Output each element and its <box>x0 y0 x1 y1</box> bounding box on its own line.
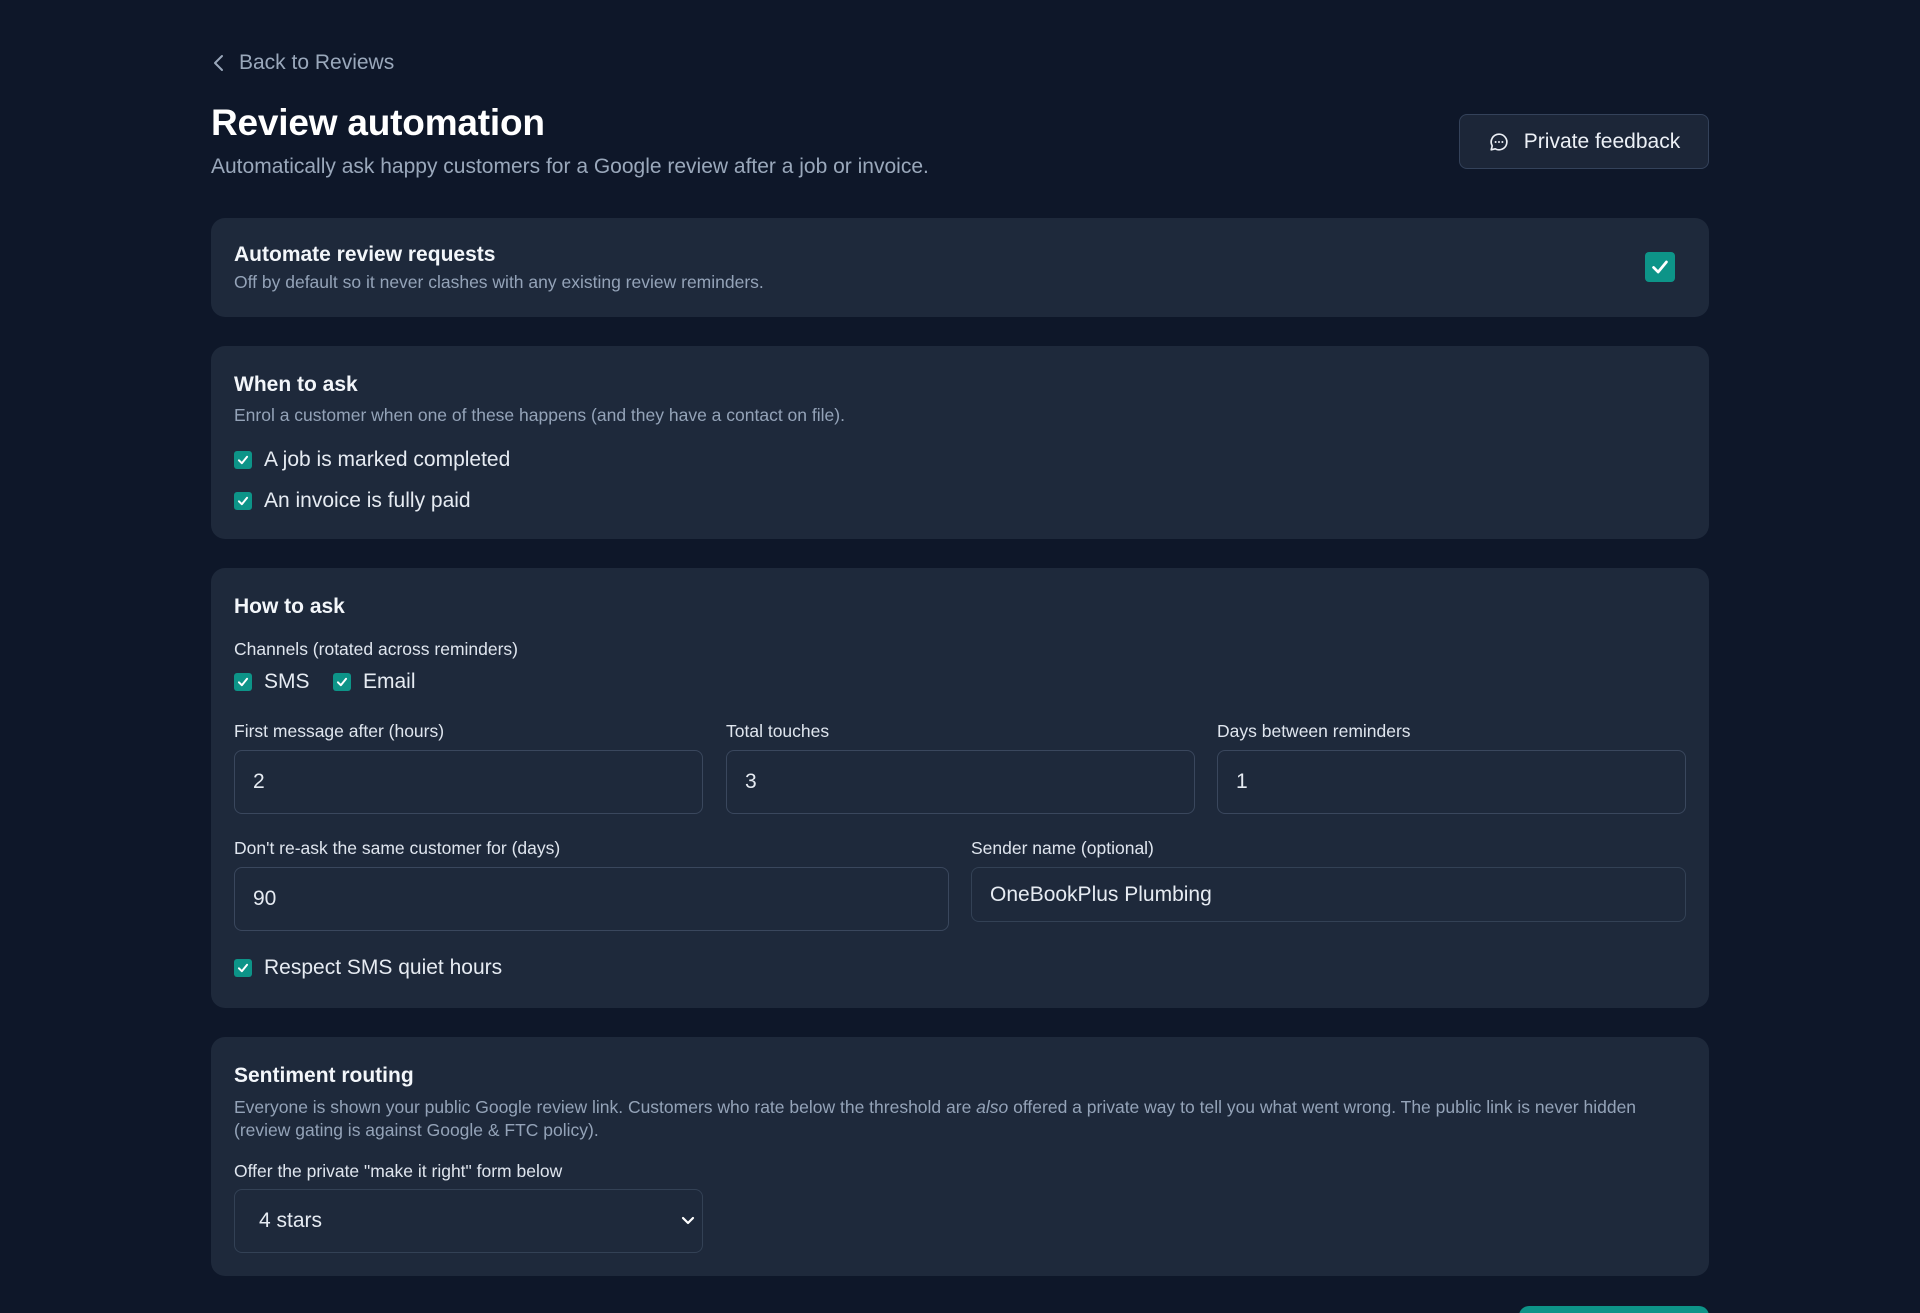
threshold-label: Offer the private "make it right" form b… <box>234 1161 563 1181</box>
page-subtitle: Automatically ask happy customers for a … <box>211 155 929 178</box>
total-touches-label: Total touches <box>726 721 830 741</box>
invoice-paid-option[interactable]: An invoice is fully paid <box>234 489 471 513</box>
review-automation-page: Back to Reviews Review automation Automa… <box>0 0 1920 1313</box>
sentiment-desc-part1: Everyone is shown your public Google rev… <box>234 1097 977 1117</box>
channels-label: Channels (rotated across reminders) <box>234 639 519 659</box>
email-channel-option[interactable]: Email <box>333 670 416 694</box>
sentiment-desc-emphasis: also <box>976 1097 1009 1117</box>
job-completed-label: A job is marked completed <box>264 448 511 471</box>
sms-channel-checkbox[interactable] <box>234 673 252 691</box>
first-message-input[interactable]: 2 <box>234 750 703 814</box>
total-touches-input[interactable]: 3 <box>726 750 1195 814</box>
private-feedback-label: Private feedback <box>1523 129 1681 153</box>
when-title: When to ask <box>234 373 358 396</box>
days-between-label: Days between reminders <box>1217 721 1411 741</box>
when-to-ask-card: When to ask Enrol a customer when one of… <box>211 346 1709 539</box>
threshold-select[interactable]: 4 stars <box>234 1189 703 1253</box>
sentiment-description: Everyone is shown your public Google rev… <box>234 1096 1694 1142</box>
sentiment-title: Sentiment routing <box>234 1064 414 1087</box>
first-message-label: First message after (hours) <box>234 721 445 741</box>
job-completed-option[interactable]: A job is marked completed <box>234 448 510 472</box>
chevron-left-icon <box>214 55 223 71</box>
sentiment-routing-card: Sentiment routing Everyone is shown your… <box>211 1037 1709 1276</box>
how-to-ask-card: How to ask Channels (rotated across remi… <box>211 568 1709 1008</box>
private-feedback-button[interactable]: Private feedback <box>1459 114 1709 169</box>
message-circle-icon <box>1490 132 1508 151</box>
save-button[interactable] <box>1519 1306 1709 1313</box>
back-to-reviews-link[interactable]: Back to Reviews <box>211 48 394 78</box>
days-between-input[interactable]: 1 <box>1217 750 1686 814</box>
reask-label: Don't re-ask the same customer for (days… <box>234 838 561 858</box>
checkmark-icon <box>237 455 249 465</box>
quiet-hours-checkbox[interactable] <box>234 959 252 977</box>
checkmark-icon <box>237 677 249 687</box>
sms-channel-label: SMS <box>264 670 310 693</box>
threshold-selected-value: 4 stars <box>259 1209 323 1232</box>
checkmark-icon <box>237 496 249 506</box>
reask-days-input[interactable]: 90 <box>234 867 949 931</box>
checkmark-icon <box>1652 260 1668 274</box>
chevron-down-icon <box>681 1216 695 1225</box>
automate-description: Off by default so it never clashes with … <box>234 272 764 292</box>
invoice-paid-checkbox[interactable] <box>234 492 252 510</box>
checkmark-icon <box>336 677 348 687</box>
automate-card: Automate review requests Off by default … <box>211 218 1709 317</box>
sender-name-label: Sender name (optional) <box>971 838 1154 858</box>
quiet-hours-label: Respect SMS quiet hours <box>264 956 503 979</box>
job-completed-checkbox[interactable] <box>234 451 252 469</box>
checkmark-icon <box>237 963 249 973</box>
quiet-hours-option[interactable]: Respect SMS quiet hours <box>234 956 502 980</box>
email-channel-checkbox[interactable] <box>333 673 351 691</box>
sms-channel-option[interactable]: SMS <box>234 670 310 694</box>
automate-title: Automate review requests <box>234 243 496 266</box>
when-description: Enrol a customer when one of these happe… <box>234 405 845 425</box>
page-title: Review automation <box>211 102 545 143</box>
email-channel-label: Email <box>363 670 416 693</box>
back-link-label: Back to Reviews <box>239 51 395 74</box>
invoice-paid-label: An invoice is fully paid <box>264 489 471 512</box>
how-title: How to ask <box>234 595 345 618</box>
automate-toggle-checkbox[interactable] <box>1645 252 1675 282</box>
sender-name-input[interactable]: OneBookPlus Plumbing <box>971 867 1686 922</box>
